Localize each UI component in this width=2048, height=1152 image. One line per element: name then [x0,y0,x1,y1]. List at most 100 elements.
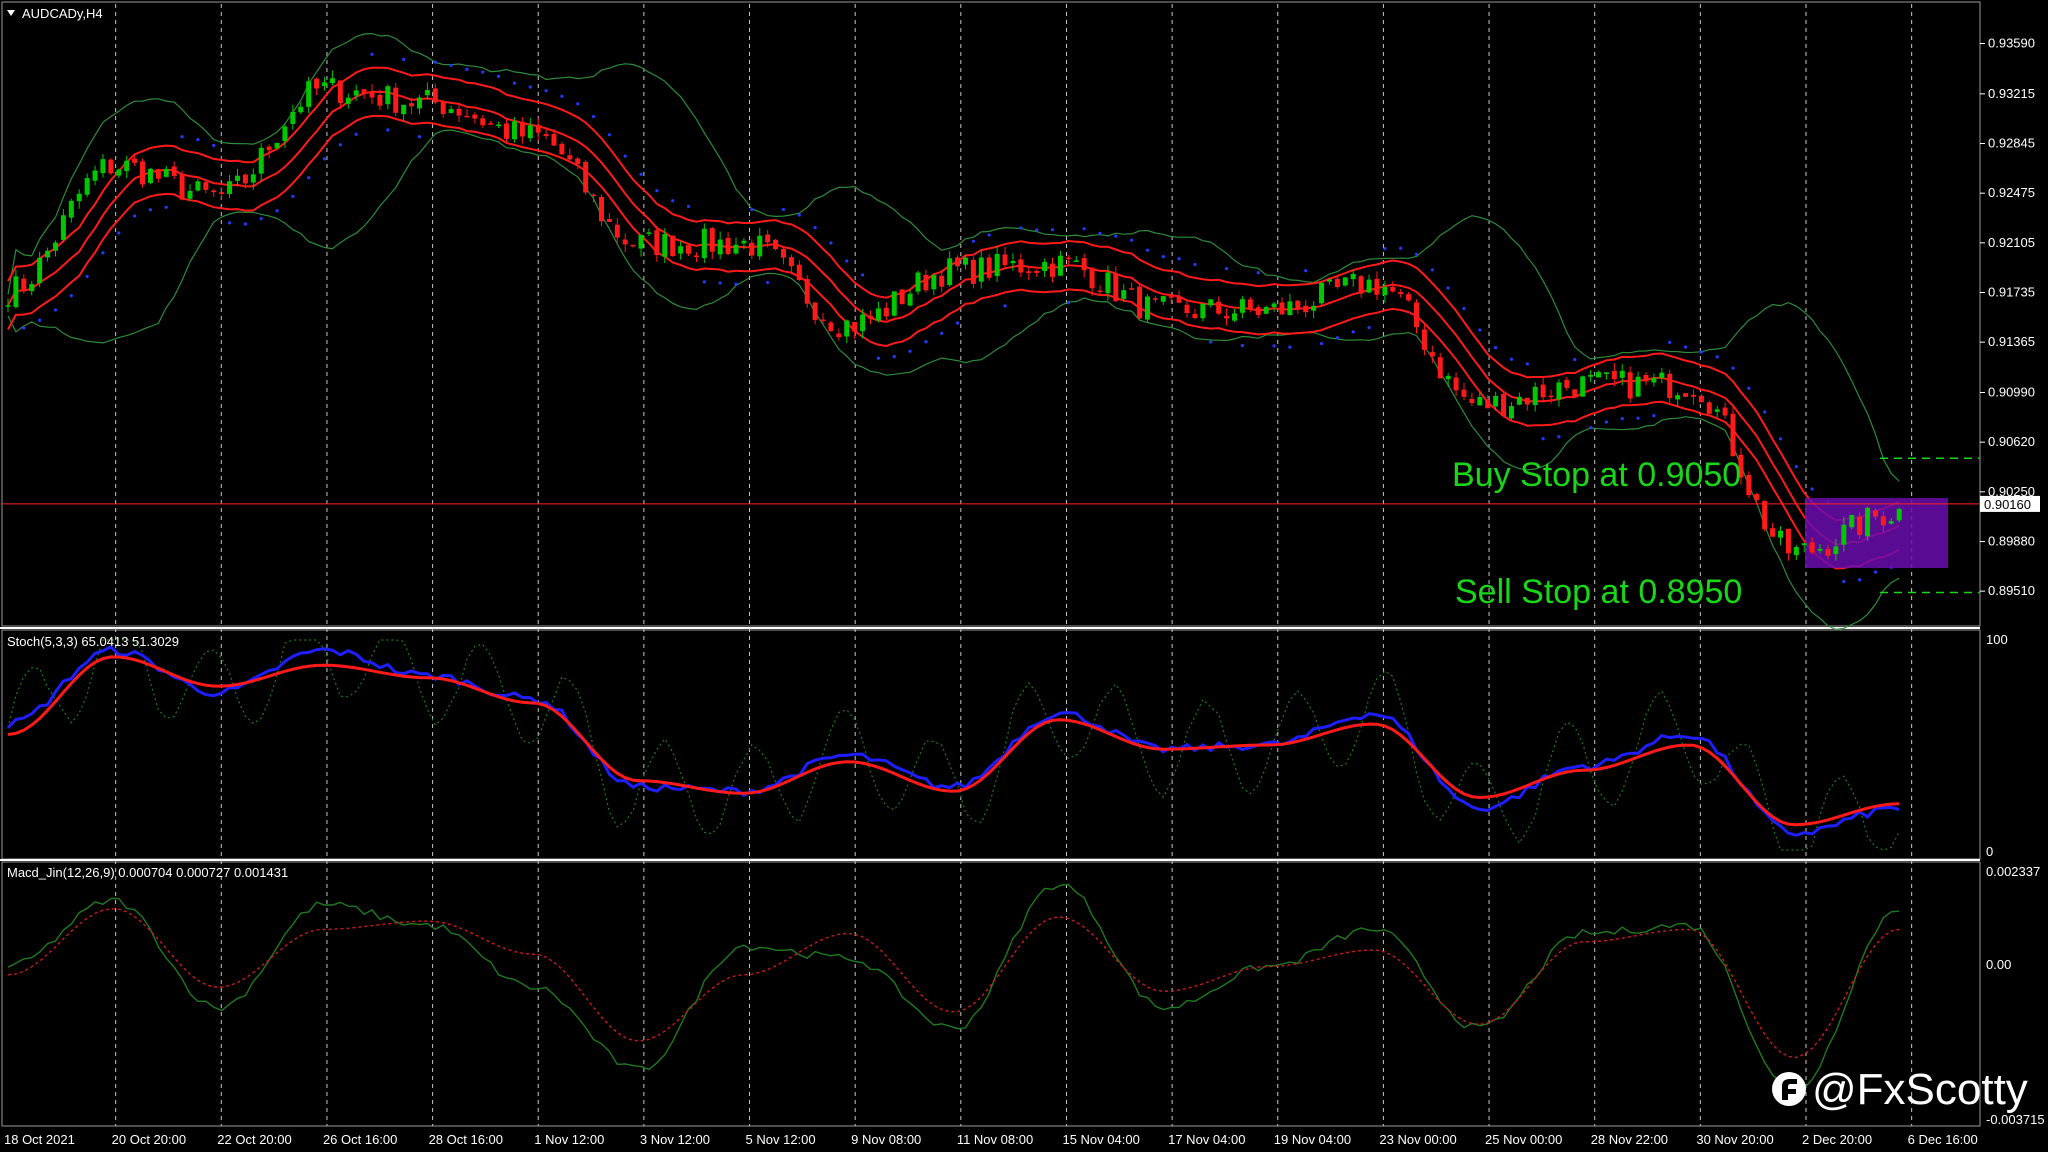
candle-body [171,166,177,176]
candle-body [1358,276,1364,294]
candle-body [45,250,51,258]
candle-body [994,254,1000,277]
candle-body [1485,399,1491,409]
candle-body [1643,375,1649,382]
price-tick-label: 0.92475 [1988,185,2035,200]
candle-body [1437,357,1443,379]
candle-body [1516,396,1522,405]
candle-body [1239,299,1245,313]
psar-dot [813,225,817,230]
candle-body [765,234,771,243]
psar-dot [196,138,200,142]
candle-body [1698,395,1704,403]
psar-dot [1573,358,1577,362]
psar-dot [987,233,991,237]
candle-body [591,194,597,197]
candle-body [1168,296,1174,298]
candle-body [519,122,525,137]
candle-body [820,319,826,321]
psar-dot [481,70,485,74]
psar-dot [1066,301,1070,305]
psar-dot [1763,410,1767,414]
psar-dot [528,85,532,89]
candle-body [1152,298,1158,300]
candle-body [883,307,889,317]
psar-dot [22,326,26,330]
candle-body [401,104,407,115]
candle-body [472,114,478,119]
candle-body [274,142,280,149]
candle-body [29,283,35,292]
candle-body [179,174,185,200]
candle-body [1097,290,1103,293]
candle-body [1580,376,1586,397]
psar-dot [1082,227,1086,231]
psar-dot [1778,437,1783,441]
psar-dot [164,205,168,209]
candle-body [1089,267,1095,289]
candle-body [195,181,201,191]
candle-body [1350,273,1356,280]
price-tick-label: 0.91735 [1988,284,2035,299]
psar-dot [1557,435,1561,439]
psar-dot [38,318,42,322]
psar-dot [876,356,881,360]
candle-body [622,239,628,245]
trading-chart[interactable]: Buy Stop at 0.9050 Sell Stop at 0.8950 A… [0,0,2048,1152]
candle-body [1374,278,1380,295]
candle-body [1160,296,1166,302]
candle-body [1176,296,1182,303]
time-label: 23 Nov 00:00 [1379,1132,1456,1147]
candle-body [1493,395,1499,407]
candle-body [1667,373,1673,399]
candle-body [132,158,138,163]
candle-body [1825,549,1831,556]
candle-body [1382,287,1388,296]
candle-body [108,159,114,174]
candle-body [234,175,240,181]
psar-dot [560,94,564,98]
candle-body [1105,272,1111,294]
candle-body [1255,307,1261,316]
psar-dot [766,280,770,285]
candle-body [654,230,660,255]
candle-body [931,275,937,290]
candle-body [1857,516,1863,535]
candle-body [780,248,786,258]
psar-dot [212,143,216,148]
candle-body [219,192,225,194]
candle-body [1429,352,1435,357]
time-label: 25 Nov 00:00 [1485,1132,1562,1147]
candle-body [440,101,446,115]
psar-dot [1209,340,1213,344]
psar-dot [797,213,801,217]
candle-body [1398,292,1404,295]
candle-body [416,97,422,109]
price-tick-label: 0.89510 [1988,583,2035,598]
psar-dot [275,209,279,213]
candle-body [567,155,573,160]
psar-dot [227,221,232,225]
candle-body [1524,397,1530,405]
candle-body [947,258,953,286]
candle-body [345,97,351,104]
candle-body [52,242,58,251]
price-tick-label: 0.93215 [1988,86,2035,101]
time-label: 20 Oct 20:00 [112,1132,186,1147]
candle-body [1785,528,1791,554]
candle-body [1762,501,1768,530]
candle-body [1216,301,1222,314]
candle-body [1722,407,1728,416]
candle-body [84,178,90,195]
candle-body [385,86,391,105]
price-tick-label: 0.93590 [1988,36,2035,51]
psar-dot [892,354,896,359]
psar-dot [1256,271,1260,275]
psar-dot [1509,357,1514,361]
price-tick-label: 0.91365 [1988,334,2035,349]
candle-body [1232,313,1238,321]
candle-body [266,146,272,151]
psar-dot [497,74,501,78]
candle-body [646,232,652,234]
candle-body [377,94,383,106]
